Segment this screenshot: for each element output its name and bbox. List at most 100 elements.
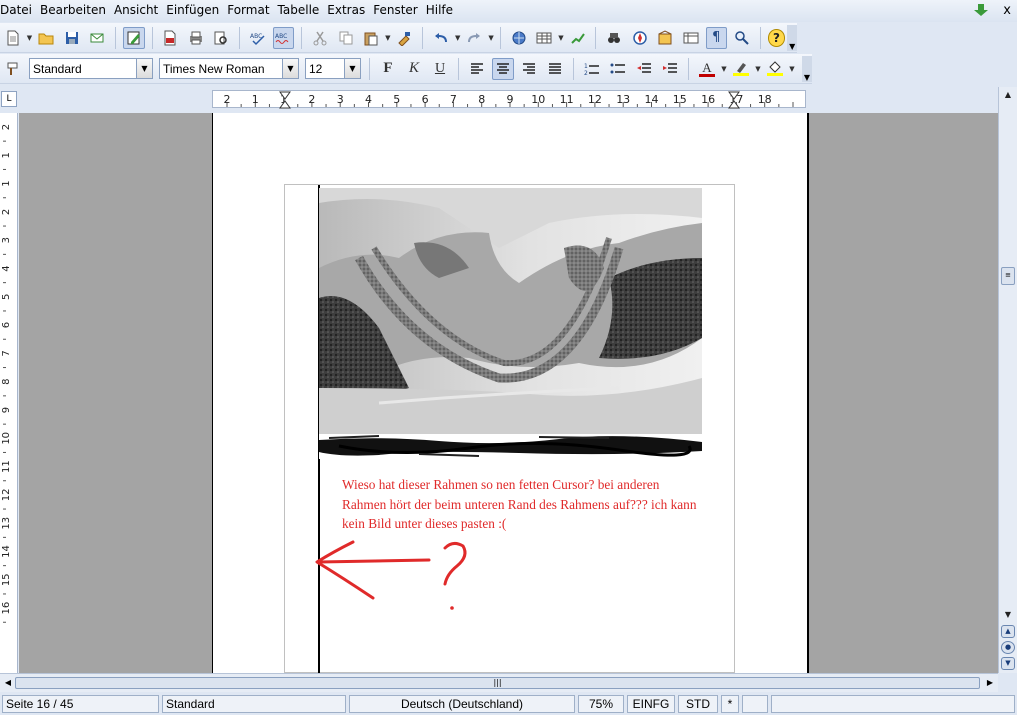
ruler-label: 13 (1, 517, 12, 530)
previous-page-icon[interactable]: ▲ (1001, 625, 1015, 638)
decrease-indent-icon[interactable] (633, 58, 655, 80)
paste-dropdown-icon[interactable]: ▼ (384, 27, 392, 49)
scroll-left-icon[interactable]: ◀ (2, 677, 14, 689)
chevron-down-icon[interactable]: ▼ (344, 59, 360, 78)
align-right-icon[interactable] (518, 58, 540, 80)
gallery-icon[interactable] (654, 27, 676, 49)
document-area[interactable]: Wieso hat dieser Rahmen so nen fetten Cu… (19, 113, 998, 673)
menu-bearbeiten[interactable]: Bearbeiten (36, 0, 110, 22)
data-sources-icon[interactable] (680, 27, 702, 49)
next-page-icon[interactable]: ▼ (1001, 657, 1015, 670)
page-preview-icon[interactable] (211, 27, 233, 49)
font-color-dropdown-icon[interactable]: ▼ (720, 58, 728, 80)
export-pdf-icon[interactable] (160, 27, 182, 49)
background-color-icon[interactable] (764, 58, 786, 80)
justify-icon[interactable] (544, 58, 566, 80)
horizontal-scroll-thumb[interactable]: ||| (15, 677, 980, 689)
autospellcheck-icon[interactable]: ABC (272, 26, 295, 49)
tab-stop-selector[interactable]: L (1, 91, 17, 107)
show-draw-functions-icon[interactable] (567, 27, 589, 49)
table-icon[interactable] (533, 27, 555, 49)
font-color-glyph: A (702, 59, 712, 75)
edit-mode-icon[interactable] (122, 26, 145, 49)
formatting-marks-icon[interactable]: ¶ (705, 26, 728, 49)
clone-format-icon[interactable] (394, 27, 416, 49)
underline-button[interactable]: U (429, 58, 451, 80)
background-color-strip (767, 73, 783, 76)
navigator-icon[interactable] (629, 27, 651, 49)
bold-button[interactable]: F (377, 58, 399, 80)
toolbar-overflow-icon[interactable]: ▼ (802, 55, 812, 82)
svg-text:2: 2 (584, 70, 588, 77)
print-icon[interactable] (185, 27, 207, 49)
close-document-icon[interactable]: x (1003, 4, 1011, 18)
navigation-target-icon[interactable]: ● (1001, 641, 1015, 654)
note-paragraph[interactable]: Wieso hat dieser Rahmen so nen fetten Cu… (342, 475, 702, 534)
redo-icon[interactable] (464, 27, 486, 49)
paste-icon[interactable] (360, 27, 382, 49)
histology-image[interactable] (319, 188, 702, 459)
toolbar-overflow-icon[interactable]: ▼ (787, 24, 798, 51)
vertical-scroll-thumb[interactable]: ≡ (1001, 267, 1015, 285)
language-indicator[interactable]: Deutsch (Deutschland) (349, 695, 575, 713)
scroll-down-icon[interactable]: ▼ (1002, 609, 1014, 621)
undo-icon[interactable] (430, 27, 452, 49)
zoom-icon[interactable] (731, 27, 753, 49)
menu-extras[interactable]: Extras (323, 0, 369, 22)
digital-signature-indicator[interactable] (742, 695, 768, 713)
horizontal-scrollbar[interactable]: ◀ ||| ▶ (0, 673, 998, 692)
background-color-dropdown-icon[interactable]: ▼ (788, 58, 796, 80)
menu-format[interactable]: Format (223, 0, 273, 22)
ruler-label: 4 (1, 265, 12, 271)
menu-fenster[interactable]: Fenster (369, 0, 422, 22)
align-center-icon[interactable] (492, 57, 514, 80)
save-icon[interactable] (61, 27, 83, 49)
menu-tabelle[interactable]: Tabelle (274, 0, 324, 22)
styles-formatting-icon[interactable] (2, 58, 24, 80)
numbering-icon[interactable]: 12 (581, 58, 603, 80)
font-color-icon[interactable]: A (696, 58, 718, 80)
highlight-dropdown-icon[interactable]: ▼ (754, 58, 762, 80)
new-document-icon[interactable] (2, 27, 24, 49)
scroll-up-icon[interactable]: ▲ (1002, 89, 1014, 101)
menu-datei[interactable]: Datei (0, 0, 36, 22)
insert-mode-indicator[interactable]: EINFG (627, 695, 675, 713)
vertical-ruler[interactable]: 2 1 1 2 3 4 5 6 7 8 9 10 11 12 13 14 15 16 (0, 113, 18, 673)
undo-dropdown-icon[interactable]: ▼ (454, 27, 462, 49)
spellcheck-icon[interactable]: ABC (247, 27, 269, 49)
bullets-icon[interactable] (607, 58, 629, 80)
find-replace-icon[interactable] (603, 27, 625, 49)
table-dropdown-icon[interactable]: ▼ (557, 27, 565, 49)
increase-indent-icon[interactable] (659, 58, 681, 80)
menu-einfuegen[interactable]: Einfügen (162, 0, 223, 22)
cut-icon[interactable] (309, 27, 331, 49)
zoom-indicator[interactable]: 75% (578, 695, 624, 713)
menu-hilfe[interactable]: Hilfe (422, 0, 457, 22)
open-folder-icon[interactable] (35, 27, 57, 49)
scroll-right-icon[interactable]: ▶ (984, 677, 996, 689)
email-icon[interactable] (86, 27, 108, 49)
align-left-icon[interactable] (466, 58, 488, 80)
font-size-select[interactable]: 12 ▼ (305, 58, 361, 79)
selection-mode-indicator[interactable]: STD (678, 695, 718, 713)
new-dropdown-icon[interactable]: ▼ (26, 27, 34, 49)
document-page[interactable]: Wieso hat dieser Rahmen so nen fetten Cu… (212, 113, 809, 673)
chevron-down-icon[interactable]: ▼ (136, 59, 152, 78)
font-name-select[interactable]: Times New Roman ▼ (159, 58, 299, 79)
page-indicator[interactable]: Seite 16 / 45 (2, 695, 159, 713)
page-style-indicator[interactable]: Standard (162, 695, 346, 713)
horizontal-ruler[interactable]: 2 1 1 2 3 4 5 6 7 8 9 10 11 12 13 14 15 16 17 18 (212, 90, 806, 109)
hyperlink-icon[interactable] (508, 27, 530, 49)
redo-dropdown-icon[interactable]: ▼ (487, 27, 495, 49)
help-icon[interactable]: ? (767, 28, 786, 47)
vertical-scrollbar[interactable]: ▲ ≡ ▼ ▲ ● ▼ (998, 87, 1017, 673)
italic-button[interactable]: K (403, 58, 425, 80)
highlight-icon[interactable] (730, 58, 752, 80)
paragraph-style-select[interactable]: Standard ▼ (29, 58, 153, 79)
update-download-icon[interactable] (973, 4, 989, 18)
copy-icon[interactable] (335, 27, 357, 49)
menu-ansicht[interactable]: Ansicht (110, 0, 162, 22)
ruler-label: 10 (1, 432, 12, 445)
horizontal-ruler-scale: 2 1 1 2 3 4 5 6 7 8 9 10 11 12 13 14 15 16 17 18 (224, 91, 794, 109)
chevron-down-icon[interactable]: ▼ (282, 59, 298, 78)
